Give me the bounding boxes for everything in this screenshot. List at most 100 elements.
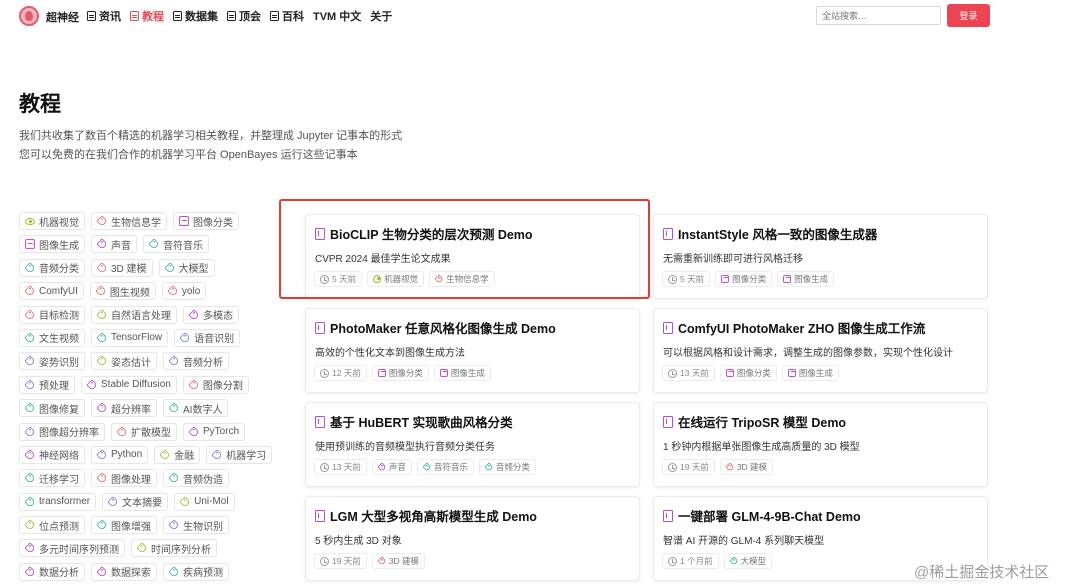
tutorial-card[interactable]: LGM 大型多视角高斯模型生成 Demo 5 秒内生成 3D 对象 19 天前 3D … bbox=[305, 496, 640, 581]
nav-item-2[interactable]: 数据集 bbox=[173, 8, 218, 24]
card-tag[interactable]: 3D 建模 bbox=[719, 459, 774, 475]
tag-chip[interactable]: 机器学习 bbox=[206, 445, 273, 464]
tag-icon bbox=[86, 379, 98, 391]
tag-chip[interactable]: 预处理 bbox=[19, 375, 75, 394]
tag-chip[interactable]: 生物识别 bbox=[163, 516, 229, 535]
document-icon bbox=[270, 11, 279, 21]
tag-chip[interactable]: 图像生成 bbox=[19, 235, 85, 254]
tag-chip[interactable]: 图生视频 bbox=[89, 282, 156, 301]
tag-icon bbox=[95, 285, 107, 297]
tag-chip[interactable]: 数据分析 bbox=[19, 562, 85, 581]
card-tag[interactable]: 音符音乐 bbox=[416, 459, 474, 475]
tag-chip[interactable]: 声音 bbox=[91, 235, 137, 254]
tag-chip[interactable]: 图像增强 bbox=[91, 516, 157, 535]
tag-icon bbox=[107, 496, 119, 508]
card-tag[interactable]: 图像生成 bbox=[781, 365, 839, 381]
card-tag[interactable]: 图像生成 bbox=[433, 365, 491, 381]
tag-chip[interactable]: 自然语言处理 bbox=[91, 305, 177, 324]
tag-chip[interactable]: 姿势识别 bbox=[19, 352, 85, 371]
tag-chip[interactable]: Stable Diffusion bbox=[81, 375, 177, 394]
tag-chip[interactable]: 图像分类 bbox=[173, 212, 239, 230]
tutorial-card[interactable]: InstantStyle 风格一致的图像生成器 无需重新训练即可进行风格迁移 5 天… bbox=[653, 214, 988, 299]
card-title[interactable]: InstantStyle 风格一致的图像生成器 bbox=[663, 224, 877, 243]
tag-chip[interactable]: 多模态 bbox=[183, 305, 239, 324]
card-tag[interactable]: 图像分类 bbox=[715, 271, 773, 287]
tag-label: ComfyUI bbox=[39, 285, 78, 297]
tag-chip[interactable]: 音频分析 bbox=[163, 352, 229, 371]
tag-chip[interactable]: 迁移学习 bbox=[19, 469, 85, 488]
login-button[interactable]: 登录 bbox=[947, 4, 990, 27]
tutorial-card[interactable]: ComfyUI PhotoMaker ZHO 图像生成工作流 可以根据风格和设计需… bbox=[653, 308, 988, 393]
card-tag[interactable]: 图像分类 bbox=[719, 365, 777, 381]
tag-chip[interactable]: 文本摘要 bbox=[102, 492, 169, 511]
tag-chip[interactable]: 时间序列分析 bbox=[131, 539, 217, 558]
card-title[interactable]: 基于 HuBERT 实现歌曲风格分类 bbox=[315, 412, 513, 431]
tag-chip[interactable]: Python bbox=[91, 445, 149, 464]
tutorial-card[interactable]: 在线运行 TripoSR 模型 Demo 1 秒钟内根据单张图像生成高质量的 3D… bbox=[653, 402, 988, 487]
tag-chip[interactable]: 图像超分辨率 bbox=[19, 422, 105, 441]
tag-chip[interactable]: ComfyUI bbox=[19, 282, 84, 301]
tag-chip[interactable]: 图像修复 bbox=[19, 399, 85, 418]
tag-chip[interactable]: 神经网络 bbox=[19, 445, 85, 464]
tag-icon bbox=[24, 262, 36, 274]
tag-chip[interactable]: 疾病预测 bbox=[163, 562, 229, 581]
tag-chip[interactable]: 文生视频 bbox=[19, 328, 85, 347]
nav-item-1[interactable]: 教程 bbox=[130, 8, 164, 24]
tag-chip[interactable]: TensorFlow bbox=[91, 328, 169, 347]
card-tag[interactable]: 声音 bbox=[371, 459, 412, 475]
tag-chip[interactable]: 扩散模型 bbox=[111, 422, 177, 441]
tag-chip[interactable]: 生物信息学 bbox=[91, 212, 167, 230]
nav-item-6[interactable]: 关于 bbox=[370, 8, 392, 24]
nav-item-3[interactable]: 顶会 bbox=[227, 8, 261, 24]
tag-chip[interactable]: 目标检测 bbox=[19, 305, 85, 324]
tag-chip[interactable]: PyTorch bbox=[183, 422, 246, 441]
tag-chip[interactable]: 图像分割 bbox=[182, 375, 249, 394]
card-time: 13 天前 bbox=[314, 459, 367, 475]
tag-chip[interactable]: 金融 bbox=[154, 445, 201, 464]
document-icon bbox=[227, 11, 236, 21]
card-title[interactable]: 一键部署 GLM-4-9B-Chat Demo bbox=[663, 506, 861, 525]
nav-item-4[interactable]: 百科 bbox=[270, 8, 304, 24]
brand-name[interactable]: 超神经 bbox=[46, 9, 79, 25]
tag-chip[interactable]: 大模型 bbox=[158, 258, 215, 277]
tag-chip[interactable]: transformer bbox=[19, 492, 97, 511]
card-tag[interactable]: 音频分类 bbox=[478, 459, 536, 475]
nav-item-label: TVM 中文 bbox=[313, 11, 362, 23]
tag-chip[interactable]: 3D 建模 bbox=[91, 258, 153, 277]
card-tag[interactable]: 3D 建模 bbox=[371, 553, 426, 569]
tag-chip[interactable]: 图像处理 bbox=[91, 469, 157, 488]
card-title[interactable]: LGM 大型多视角高斯模型生成 Demo bbox=[315, 506, 537, 525]
tag-chip[interactable]: Uni-Mol bbox=[174, 492, 235, 511]
tag-chip[interactable]: 超分辨率 bbox=[91, 399, 157, 418]
search-input[interactable] bbox=[816, 6, 941, 25]
card-title[interactable]: ComfyUI PhotoMaker ZHO 图像生成工作流 bbox=[663, 318, 925, 337]
tag-chip[interactable]: 语音识别 bbox=[174, 328, 241, 347]
tag-chip[interactable]: 位点预测 bbox=[19, 516, 85, 535]
tutorial-card[interactable]: 基于 HuBERT 实现歌曲风格分类 使用预训练的音频模型执行音频分类任务 13 天… bbox=[305, 402, 640, 487]
card-tag[interactable]: 大模型 bbox=[723, 553, 773, 569]
nav-item-5[interactable]: TVM 中文 bbox=[313, 8, 361, 24]
tutorial-card[interactable]: PhotoMaker 任意风格化图像生成 Demo 高效的个性化文本到图像生成方法… bbox=[305, 308, 640, 393]
nav-item-0[interactable]: 资讯 bbox=[87, 8, 121, 24]
logo-icon[interactable] bbox=[19, 6, 39, 26]
tag-row: 图像超分辨率 扩散模型 PyTorch bbox=[19, 422, 289, 446]
tag-chip[interactable]: 音频分类 bbox=[19, 258, 85, 277]
card-tag-label: 图像分类 bbox=[736, 368, 771, 378]
tag-chip[interactable]: AI数字人 bbox=[163, 399, 229, 418]
tag-chip[interactable]: 数据探索 bbox=[91, 562, 157, 581]
card-tag[interactable]: 图像生成 bbox=[777, 271, 835, 287]
tag-row: transformer 文本摘要 Uni-Mol bbox=[19, 492, 289, 516]
card-tag-label: 图像分类 bbox=[388, 368, 423, 378]
tag-chip[interactable]: 音符音乐 bbox=[143, 235, 209, 254]
card-title[interactable]: PhotoMaker 任意风格化图像生成 Demo bbox=[315, 318, 556, 337]
tag-chip[interactable]: 音频伪造 bbox=[163, 469, 229, 488]
tag-chip[interactable]: 多元时间序列预测 bbox=[19, 539, 125, 558]
card-tag[interactable]: 图像分类 bbox=[371, 365, 429, 381]
tag-row: 机器视觉 生物信息学 图像分类 bbox=[19, 212, 289, 235]
card-tag-label: 音频分类 bbox=[495, 462, 530, 472]
card-title[interactable]: 在线运行 TripoSR 模型 Demo bbox=[663, 412, 846, 431]
tag-label: 位点预测 bbox=[39, 521, 79, 533]
tag-chip[interactable]: 机器视觉 bbox=[19, 212, 85, 230]
tag-chip[interactable]: 姿态估计 bbox=[91, 352, 157, 371]
tag-chip[interactable]: yolo bbox=[161, 282, 207, 301]
